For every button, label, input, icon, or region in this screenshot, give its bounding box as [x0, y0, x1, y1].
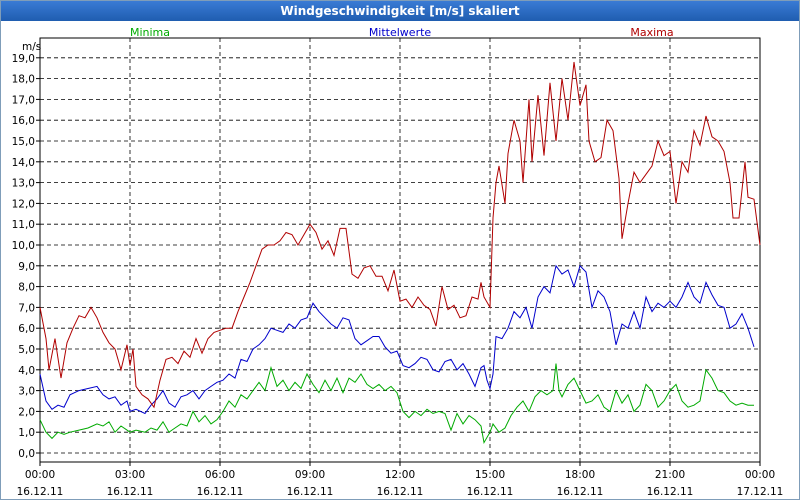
y-tick-label: 2,0: [18, 406, 35, 418]
legend-entry: Mittelwerte: [369, 26, 432, 39]
y-tick-label: 17,0: [12, 94, 35, 106]
x-tick-time: 00:00: [25, 469, 55, 481]
legend-entry: Maxima: [630, 26, 673, 39]
y-tick-label: 0,0: [18, 448, 35, 460]
chart-canvas: 0,0 1,0 2,0 3,0 4,0 5,0 6,0 7,0 8,0 9,0 10,0 11,0 12…: [12, 26, 784, 498]
y-tick-label: 11,0: [12, 219, 35, 231]
y-axis: 0,0 1,0 2,0 3,0 4,0 5,0 6,0 7,0 8,0 9,0 10,0 11,0 12…: [12, 53, 40, 460]
x-axis: 00:00 16.12.11 03:00 16.12.11 06:00 16.12.11 0…: [17, 462, 784, 498]
y-tick-label: 7,0: [18, 302, 35, 314]
x-tick-time: 06:00: [205, 469, 235, 481]
x-tick-time: 18:00: [565, 469, 595, 481]
y-tick-label: 4,0: [18, 365, 35, 377]
legend: Minima Mittelwerte Maxima: [130, 26, 674, 39]
y-tick-label: 8,0: [18, 282, 35, 294]
x-tick-time: 03:00: [115, 469, 145, 481]
y-unit-label: m/s: [22, 41, 41, 53]
x-tick-time: 15:00: [475, 469, 505, 481]
x-tick-time: 09:00: [295, 469, 325, 481]
y-tick-label: 6,0: [18, 323, 35, 335]
x-tick-time: 00:00: [745, 469, 775, 481]
series-line-minima: [39, 363, 754, 445]
y-tick-label: 5,0: [18, 344, 35, 356]
y-tick-label: 10,0: [12, 240, 35, 252]
series-lines: [39, 61, 761, 445]
y-tick-label: 3,0: [18, 386, 35, 398]
x-tick-date: 16.12.11: [557, 486, 604, 498]
y-tick-label: 19,0: [12, 53, 35, 65]
x-tick-date: 16.12.11: [107, 486, 154, 498]
y-tick-label: 14,0: [12, 157, 35, 169]
x-tick-date: 16.12.11: [197, 486, 244, 498]
x-tick-date: 17.12.11: [737, 486, 784, 498]
y-tick-label: 18,0: [12, 74, 35, 86]
x-tick-date: 16.12.11: [287, 486, 334, 498]
y-tick-label: 13,0: [12, 178, 35, 190]
y-tick-label: 12,0: [12, 198, 35, 210]
legend-entry: Minima: [130, 26, 170, 39]
y-tick-label: 9,0: [18, 261, 35, 273]
x-tick-date: 16.12.11: [377, 486, 424, 498]
y-tick-label: 1,0: [18, 427, 35, 439]
x-tick-date: 16.12.11: [17, 486, 64, 498]
y-tick-label: 15,0: [12, 136, 35, 148]
x-tick-date: 16.12.11: [647, 486, 694, 498]
x-tick-date: 16.12.11: [467, 486, 514, 498]
x-tick-time: 21:00: [655, 469, 685, 481]
x-tick-time: 12:00: [385, 469, 415, 481]
y-tick-label: 16,0: [12, 115, 35, 127]
